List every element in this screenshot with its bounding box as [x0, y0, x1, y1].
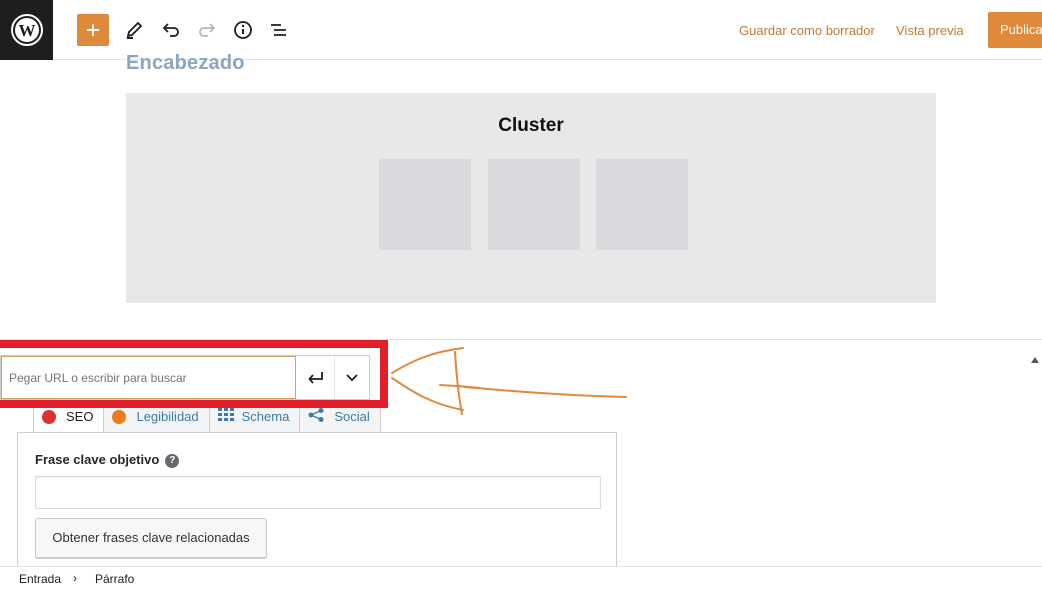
link-popover: Pegar URL o escribir para buscar — [0, 355, 370, 400]
red-bullet-icon — [42, 409, 56, 424]
share-icon — [308, 408, 324, 425]
heading-block[interactable]: Encabezado — [126, 52, 245, 75]
tab-seo[interactable]: SEO — [33, 400, 105, 432]
svg-text:W: W — [18, 21, 35, 40]
focus-keyphrase-input[interactable] — [35, 476, 601, 509]
breadcrumb-parrafo[interactable]: Párrafo — [95, 572, 134, 586]
grid-icon — [217, 408, 234, 425]
submit-link-button[interactable] — [297, 356, 335, 399]
redo-icon[interactable] — [191, 14, 223, 46]
image-placeholder[interactable] — [379, 159, 471, 250]
readability-face-icon — [112, 409, 127, 424]
add-block-button[interactable] — [77, 14, 109, 46]
cluster-title[interactable]: Cluster — [126, 115, 936, 137]
chevron-right-icon: › — [73, 571, 77, 585]
meta-box-divider — [0, 339, 1042, 340]
url-search-input[interactable]: Pegar URL o escribir para buscar — [1, 356, 296, 399]
collapse-arrow-icon[interactable] — [1031, 357, 1039, 363]
related-keyphrases-button[interactable]: Obtener frases clave relacionadas — [35, 518, 267, 558]
link-settings-toggle[interactable] — [335, 356, 369, 399]
tab-readability[interactable]: Legibilidad — [103, 400, 210, 432]
editor-toolbar: W Guardar como borrador Vista previa Pub… — [0, 0, 1042, 60]
tab-label: Legibilidad — [136, 409, 199, 424]
publish-button[interactable]: Publicar — [988, 12, 1042, 48]
breadcrumb-entrada[interactable]: Entrada — [19, 572, 61, 586]
seo-panel: Frase clave objetivo? Obtener frases cla… — [17, 432, 617, 572]
tab-schema[interactable]: Schema — [208, 400, 301, 432]
chevron-down-icon — [346, 373, 358, 381]
tab-label: Social — [334, 409, 370, 424]
preview-link[interactable]: Vista previa — [896, 23, 964, 38]
block-breadcrumb: Entrada › Párrafo — [0, 566, 1042, 590]
focus-keyphrase-text: Frase clave objetivo — [35, 452, 160, 467]
pencil-icon[interactable] — [118, 14, 150, 46]
seo-tabs: SEO Legibilidad Schema Social — [33, 400, 381, 432]
tab-social[interactable]: Social — [299, 400, 381, 432]
help-icon[interactable]: ? — [165, 454, 180, 468]
image-placeholder[interactable] — [488, 159, 580, 250]
info-icon[interactable] — [227, 14, 259, 46]
cluster-group-block[interactable]: Cluster — [126, 93, 936, 303]
list-view-icon[interactable] — [263, 14, 295, 46]
tab-label: SEO — [66, 409, 94, 424]
undo-icon[interactable] — [155, 14, 187, 46]
image-placeholder[interactable] — [596, 159, 688, 250]
focus-keyphrase-label: Frase clave objetivo? — [35, 452, 180, 468]
tab-label: Schema — [241, 409, 290, 424]
enter-icon — [307, 371, 323, 384]
save-draft-link[interactable]: Guardar como borrador — [739, 23, 875, 38]
wordpress-logo-icon[interactable]: W — [0, 0, 53, 60]
